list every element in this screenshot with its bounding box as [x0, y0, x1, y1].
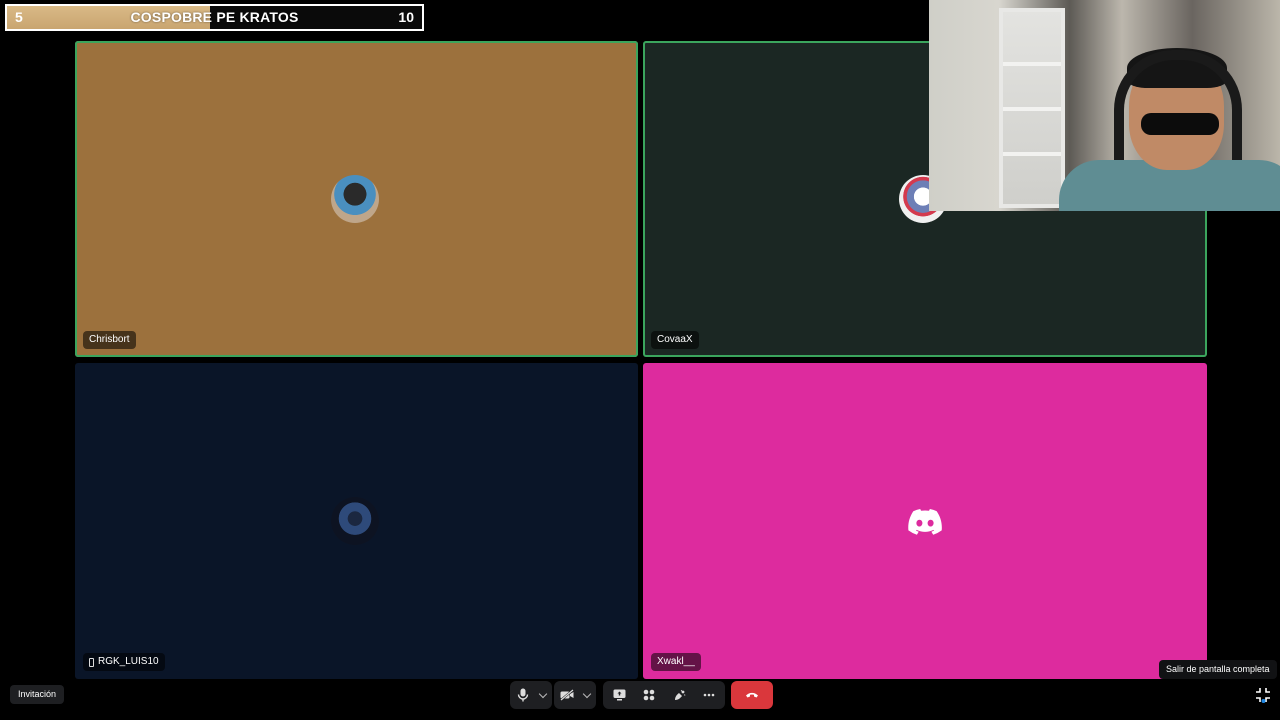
camera-controls: [554, 680, 596, 710]
streamer-webcam-overlay: [929, 0, 1280, 211]
participant-nametag: CovaaX: [651, 331, 699, 349]
soundboard-icon[interactable]: [672, 688, 686, 702]
chevron-down-icon[interactable]: [538, 689, 548, 698]
participant-name: CovaaX: [657, 334, 693, 345]
chevron-down-icon[interactable]: [582, 689, 592, 698]
microphone-icon[interactable]: [516, 688, 530, 702]
disconnect-button[interactable]: [731, 681, 773, 709]
headset: [1114, 50, 1242, 160]
discord-logo-icon: [908, 509, 942, 535]
action-group: [603, 681, 725, 709]
more-icon[interactable]: [702, 688, 716, 702]
activities-icon[interactable]: [642, 688, 656, 702]
exit-fullscreen-tooltip: Salir de pantalla completa: [1159, 660, 1277, 679]
camera-control[interactable]: [554, 681, 596, 709]
participant-name: Chrisbort: [89, 334, 130, 345]
call-stage: 5 COSPOBRE PE KRATOS 10 Chrisbort CovaaX…: [0, 0, 1280, 720]
participant-tile-xwakl[interactable]: Xwakl__: [643, 363, 1207, 679]
mic-control[interactable]: [510, 681, 552, 709]
bookshelf: [999, 8, 1065, 208]
call-controls: [510, 680, 552, 710]
participant-name: Xwakl__: [657, 656, 695, 667]
avatar: [331, 497, 379, 545]
mobile-phone-icon: [89, 657, 94, 667]
participant-name: RGK_LUIS10: [98, 656, 159, 667]
camera-off-icon[interactable]: [560, 688, 574, 702]
hang-up-icon: [746, 692, 758, 698]
participant-nametag: RGK_LUIS10: [83, 653, 165, 671]
participant-nametag: Chrisbort: [83, 331, 136, 349]
screen-share-icon[interactable]: [612, 688, 626, 702]
avatar: [331, 175, 379, 223]
sunglasses: [1141, 113, 1219, 135]
score-title: COSPOBRE PE KRATOS: [130, 9, 299, 25]
right-score: 10: [398, 9, 414, 25]
participant-tile-chrisbort[interactable]: Chrisbort: [75, 41, 638, 357]
exit-fullscreen-icon[interactable]: [1255, 687, 1271, 703]
participant-nametag: Xwakl__: [651, 653, 701, 671]
invite-button[interactable]: Invitación: [10, 685, 65, 704]
activity-controls: [603, 680, 725, 710]
score-bar: 5 COSPOBRE PE KRATOS 10: [5, 4, 424, 31]
participant-tile-rgk-luis10[interactable]: RGK_LUIS10: [75, 363, 638, 679]
